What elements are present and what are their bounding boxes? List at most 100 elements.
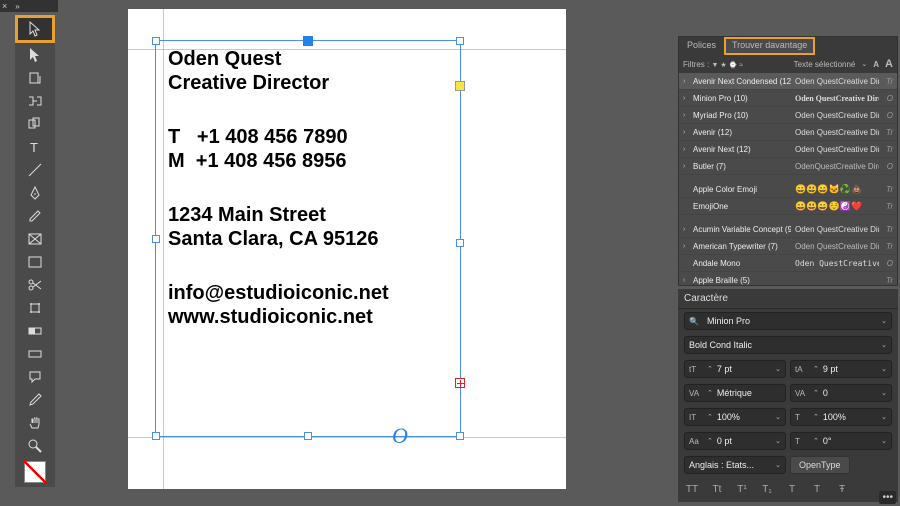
address-1: 1234 Main Street	[168, 203, 488, 227]
tab-find-more[interactable]: Trouver davantage	[724, 37, 815, 55]
text-frame[interactable]: Oden Quest Creative Director T +1 408 45…	[168, 47, 488, 447]
font-type-icon: O	[883, 94, 893, 103]
selection-tool[interactable]	[15, 15, 55, 43]
eyedropper-tool[interactable]	[15, 388, 55, 411]
font-list-item[interactable]: Apple Color Emoji 😀😃😄🐱♻️💩 Tr	[679, 181, 897, 198]
page-tool[interactable]	[15, 66, 55, 89]
font-list-item[interactable]: ›Acumin Variable Concept (91)Oden QuestC…	[679, 221, 897, 238]
zoom-tool[interactable]	[15, 434, 55, 457]
font-list-item[interactable]: ›Butler (7)OdenQuestCreative DirectoO	[679, 158, 897, 175]
hand-tool[interactable]	[15, 411, 55, 434]
expand-arrow-icon: ›	[683, 146, 689, 153]
title-line: Creative Director	[168, 71, 488, 95]
font-type-icon: Tr	[883, 185, 893, 194]
tools-panel: T	[15, 15, 55, 487]
font-list-item[interactable]: ›Minion Pro (10)Oden QuestCreative Direc…	[679, 90, 897, 107]
font-sample: Oden QuestCreative Dire	[795, 128, 879, 137]
font-name: Myriad Pro (10)	[693, 111, 791, 120]
font-size-field[interactable]: tT⌃7 pt⌄	[684, 360, 786, 378]
rectangle-tool[interactable]	[15, 250, 55, 273]
font-name: Acumin Variable Concept (91)	[693, 225, 791, 234]
gradient-swatch-tool[interactable]	[15, 319, 55, 342]
font-family-field[interactable]: 🔍Minion Pro⌄	[684, 312, 892, 330]
more-options-icon[interactable]: •••	[879, 491, 896, 504]
dropdown-icon[interactable]: ⌄	[861, 60, 867, 68]
panel-tab-bar: × »	[0, 0, 58, 12]
font-sample: Oden QuestCreative Director	[795, 242, 879, 251]
free-transform-tool[interactable]	[15, 296, 55, 319]
font-list-item[interactable]: ›Avenir Next (12)Oden QuestCreative Dire…	[679, 141, 897, 158]
font-list-item[interactable]: ›American Typewriter (7)Oden QuestCreati…	[679, 238, 897, 255]
horizontal-scale-field[interactable]: T⌃100%⌄	[790, 408, 892, 426]
line-tool[interactable]	[15, 158, 55, 181]
rectangle-frame-tool[interactable]	[15, 227, 55, 250]
pen-tool[interactable]	[15, 181, 55, 204]
opentype-button[interactable]: OpenType	[790, 456, 850, 474]
font-list-item[interactable]: EmojiOne😀😃😄☺️☯️❤️Tr	[679, 198, 897, 215]
font-sample: 😀😃😄🐱♻️💩	[795, 184, 879, 195]
character-rotation-field[interactable]: T⌃0°⌄	[790, 432, 892, 450]
leading-field[interactable]: tA⌃9 pt⌄	[790, 360, 892, 378]
tab-polices[interactable]: Polices	[679, 37, 724, 55]
expand-arrow-icon: ›	[683, 163, 689, 170]
font-name: Apple Braille (5)	[693, 276, 791, 285]
font-list-item[interactable]: ›Myriad Pro (10)Oden QuestCreative Direc…	[679, 107, 897, 124]
svg-text:T: T	[30, 140, 38, 155]
font-type-icon: Tr	[883, 128, 893, 137]
font-type-icon: Tr	[883, 225, 893, 234]
font-type-icon: Tr	[883, 276, 893, 285]
fill-stroke-swatch[interactable]	[15, 457, 55, 487]
fonts-panel: Polices Trouver davantage Filtres : ▼ ★ …	[678, 36, 898, 286]
web-line: www.studioiconic.net	[168, 305, 488, 329]
font-list-item[interactable]: › Avenir Next Condensed (12) Oden QuestCre…	[679, 73, 897, 90]
font-name: Butler (7)	[693, 162, 791, 171]
content-collector-tool[interactable]	[15, 112, 55, 135]
case-option-button[interactable]: Ŧ	[834, 482, 850, 496]
direct-selection-tool[interactable]	[15, 43, 55, 66]
font-name: Andale Mono	[693, 259, 791, 268]
text-size-icon[interactable]: A	[873, 60, 879, 69]
type-tool[interactable]: T	[15, 135, 55, 158]
case-option-button[interactable]: TT	[684, 482, 700, 496]
font-sample: Oden QuestCreative Dire	[795, 145, 879, 154]
text-size-large-icon[interactable]: A	[885, 58, 893, 70]
case-option-button[interactable]: Tt	[709, 482, 725, 496]
case-options-row: TTTtT¹T₁TTŦ	[678, 477, 898, 498]
expand-arrow-icon: ›	[683, 78, 689, 85]
font-name: Avenir Next Condensed (12)	[693, 77, 791, 86]
font-name: Apple Color Emoji	[693, 185, 791, 194]
font-list[interactable]: › Avenir Next Condensed (12) Oden QuestCre…	[679, 73, 897, 285]
case-option-button[interactable]: T	[809, 482, 825, 496]
guide-vertical	[163, 9, 164, 489]
case-option-button[interactable]: T¹	[734, 482, 750, 496]
document-canvas[interactable]: Oden Quest Creative Director T +1 408 45…	[128, 9, 566, 489]
scissors-tool[interactable]	[15, 273, 55, 296]
kerning-field[interactable]: VA⌃Métrique	[684, 384, 786, 402]
gradient-feather-tool[interactable]	[15, 342, 55, 365]
font-sample: Oden QuestCreative Directo	[795, 94, 879, 103]
pencil-tool[interactable]	[15, 204, 55, 227]
font-list-item[interactable]: Andale MonoOden QuestCreativeO	[679, 255, 897, 272]
font-list-item[interactable]: ›Avenir (12)Oden QuestCreative DireTr	[679, 124, 897, 141]
baseline-shift-field[interactable]: Aa⌃0 pt⌄	[684, 432, 786, 450]
note-tool[interactable]	[15, 365, 55, 388]
tracking-field[interactable]: VA⌃0⌄	[790, 384, 892, 402]
selected-text-label: Texte sélectionné	[794, 60, 856, 69]
case-option-button[interactable]: T₁	[759, 482, 775, 496]
font-filters-bar: Filtres : ▼ ★ ⌚ ≈ Texte sélectionné ⌄ A …	[679, 55, 897, 73]
expand-icon[interactable]: »	[15, 2, 19, 11]
font-list-item[interactable]: › Apple Braille (5) Tr	[679, 272, 897, 285]
font-sample: Oden QuestCreative Director	[795, 77, 879, 86]
font-name: Minion Pro (10)	[693, 94, 791, 103]
expand-arrow-icon: ›	[683, 277, 689, 284]
language-field[interactable]: Anglais : Etats...⌄	[684, 456, 786, 474]
font-type-icon: O	[883, 111, 893, 120]
case-option-button[interactable]: T	[784, 482, 800, 496]
panel-title: Caractère	[678, 289, 898, 309]
font-sample: Oden QuestCreative Direc	[795, 225, 879, 234]
vertical-scale-field[interactable]: IT⌃100%⌄	[684, 408, 786, 426]
gap-tool[interactable]	[15, 89, 55, 112]
close-icon[interactable]: ×	[2, 1, 7, 11]
font-style-field[interactable]: Bold Cond Italic⌄	[684, 336, 892, 354]
character-panel: Caractère 🔍Minion Pro⌄ Bold Cond Italic⌄…	[678, 289, 898, 502]
